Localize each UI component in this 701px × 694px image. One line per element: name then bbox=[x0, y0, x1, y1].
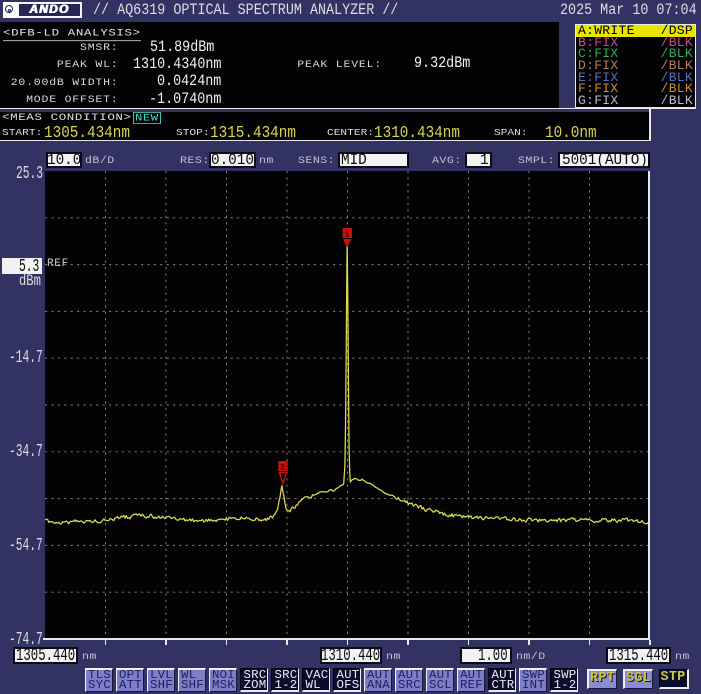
svg-text:2: 2 bbox=[280, 464, 285, 473]
svg-text:1: 1 bbox=[345, 231, 350, 240]
